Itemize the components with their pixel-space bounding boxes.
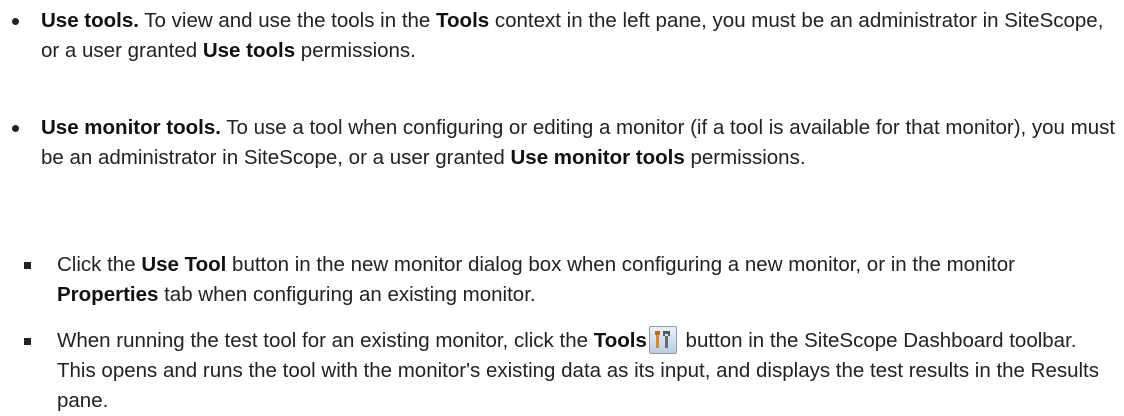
term-use-tools: Use tools. xyxy=(41,9,139,32)
tools-icon xyxy=(648,326,677,354)
bullet-icon xyxy=(12,125,19,132)
bullet-icon xyxy=(12,18,19,25)
bullet-icon xyxy=(24,338,31,345)
paragraph-tools-toolbar: When running the test tool for an existi… xyxy=(57,326,1118,416)
bullet-icon xyxy=(24,262,31,269)
paragraph-use-tool-button: Click the Use Tool button in the new mon… xyxy=(57,253,1015,306)
paragraph-use-tools: Use tools. To view and use the tools in … xyxy=(41,9,1104,62)
term-use-monitor-tools: Use monitor tools. xyxy=(41,116,221,139)
paragraph-use-monitor-tools: Use monitor tools. To use a tool when co… xyxy=(41,116,1116,169)
